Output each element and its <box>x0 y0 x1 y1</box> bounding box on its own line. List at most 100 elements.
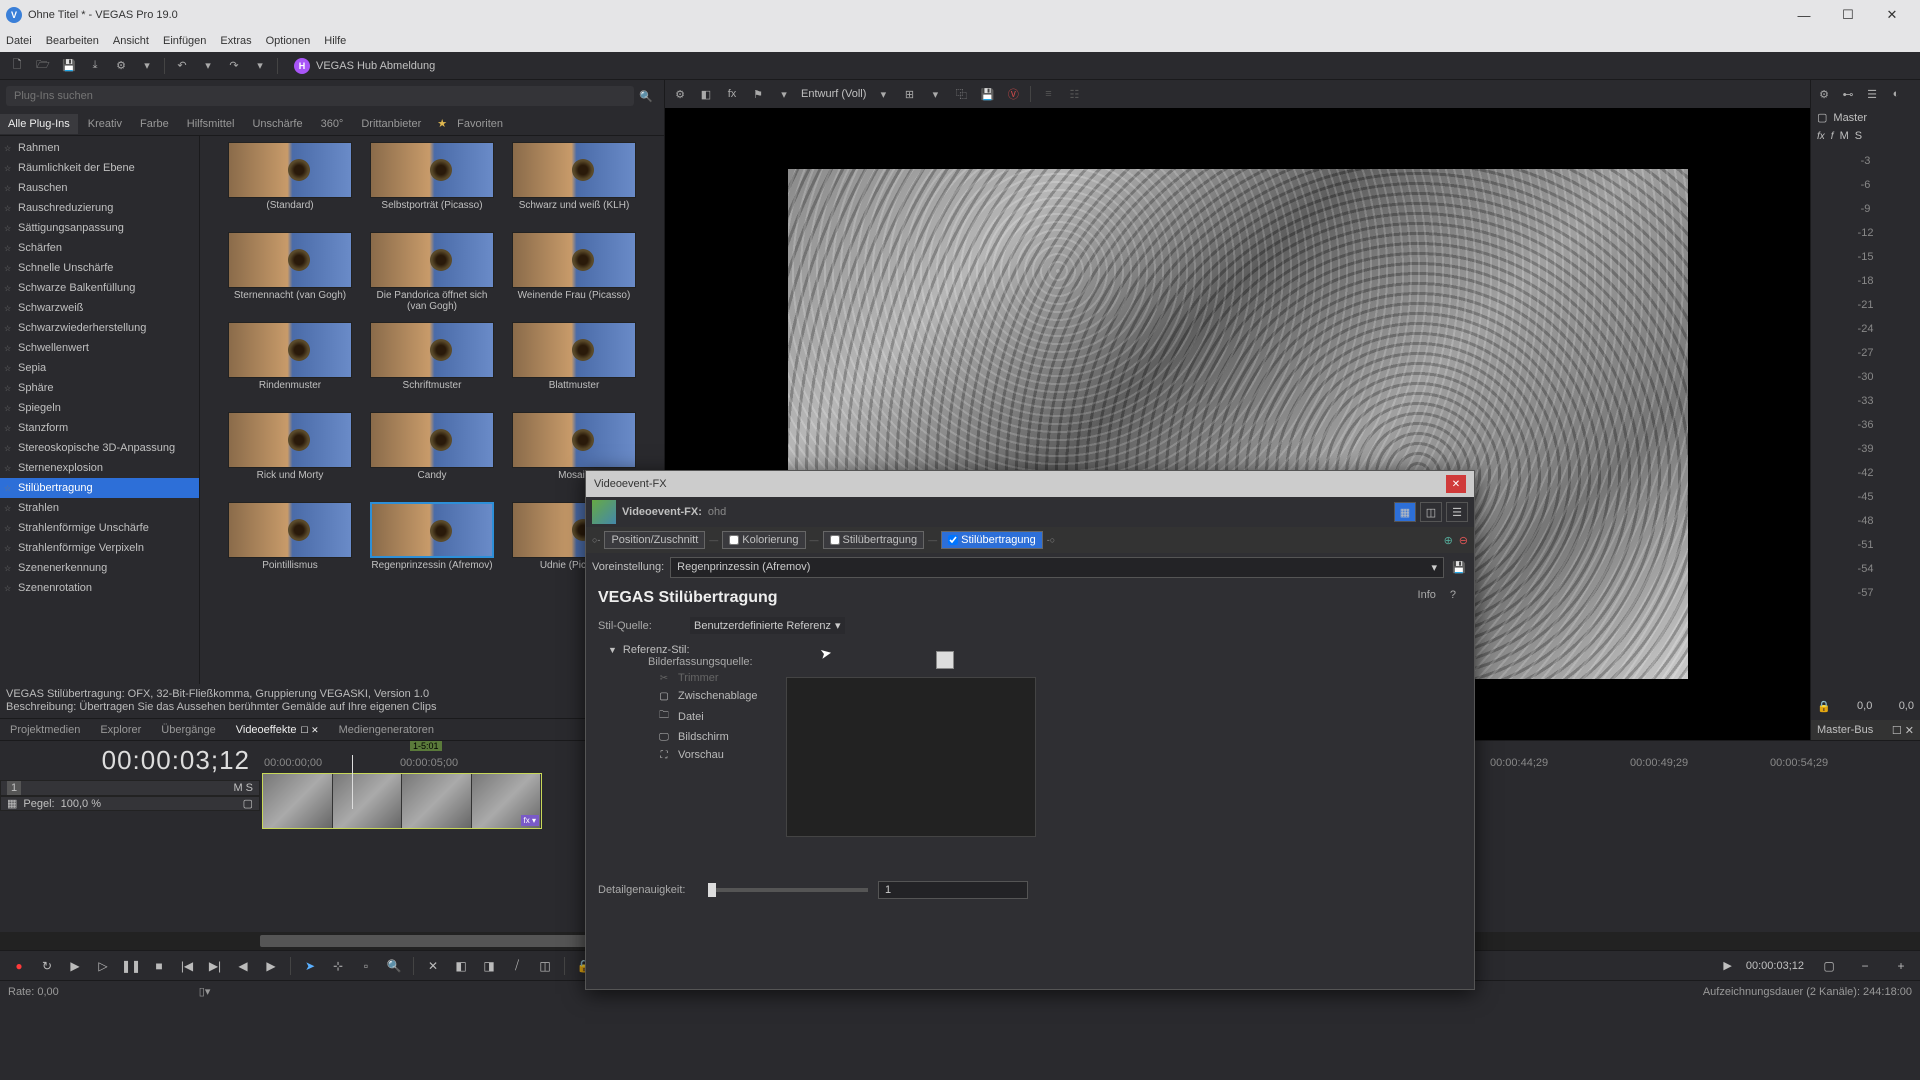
menu-bearbeiten[interactable]: Bearbeiten <box>46 35 99 47</box>
detail-value-input[interactable]: 1 <box>878 881 1028 899</box>
info-link[interactable]: Info <box>1418 589 1436 601</box>
fx-item[interactable]: Stanzform <box>0 418 199 438</box>
minimize-button[interactable]: — <box>1782 0 1826 30</box>
fx-item[interactable]: Sphäre <box>0 378 199 398</box>
pv-copy-icon[interactable]: ⿻ <box>952 85 970 103</box>
pv-bars-icon[interactable]: ≡ <box>1039 85 1057 103</box>
pv-save-icon[interactable]: 💾 <box>978 85 996 103</box>
chain-node-stil-2[interactable]: Stilübertragung <box>941 531 1043 549</box>
menu-datei[interactable]: Datei <box>6 35 32 47</box>
trim-end-button[interactable]: ◨ <box>478 955 500 977</box>
chain-node-stil-1[interactable]: Stilübertragung <box>823 531 925 549</box>
close-button[interactable]: ✕ <box>1870 0 1914 30</box>
meter-dim-icon[interactable]: ◐ <box>1887 85 1905 103</box>
fx-item[interactable]: Schwellenwert <box>0 338 199 358</box>
meter-insert-icon[interactable]: ⊷ <box>1839 85 1857 103</box>
menu-extras[interactable]: Extras <box>220 35 251 47</box>
loop-button[interactable]: ↻ <box>36 955 58 977</box>
fx-item[interactable]: Stereoskopische 3D-Anpassung <box>0 438 199 458</box>
add-track-button[interactable]: ▢ <box>1818 955 1840 977</box>
master-f-button[interactable]: f <box>1831 131 1834 142</box>
fx-item[interactable]: Schnelle Unschärfe <box>0 258 199 278</box>
preset-item[interactable]: Schriftmuster <box>367 322 497 404</box>
capture-item[interactable]: 🖵Bildschirm <box>658 731 1462 743</box>
pv-grid-dropdown-icon[interactable]: ▾ <box>926 85 944 103</box>
fx-item[interactable]: Spiegeln <box>0 398 199 418</box>
preset-item[interactable]: Rindenmuster <box>225 322 355 404</box>
cat-farbe[interactable]: Farbe <box>132 114 177 134</box>
chain-node-kolorierung[interactable]: Kolorierung <box>722 531 805 549</box>
cat-all[interactable]: Alle Plug-Ins <box>0 114 78 134</box>
chain-node-position[interactable]: Position/Zuschnitt <box>604 531 705 549</box>
go-end-button[interactable]: ▶| <box>204 955 226 977</box>
dialog-close-button[interactable]: ✕ <box>1446 475 1466 493</box>
preset-item[interactable]: Sternennacht (van Gogh) <box>225 232 355 314</box>
preset-item[interactable]: Pointillismus <box>225 502 355 584</box>
style-source-select[interactable]: Benutzerdefinierte Referenz ▾ <box>690 617 845 634</box>
search-icon[interactable]: 🔍 <box>634 90 658 103</box>
pv-grid-icon[interactable]: ⊞ <box>900 85 918 103</box>
cat-favoriten[interactable]: Favoriten <box>449 114 511 134</box>
timecode-display[interactable]: 00:00:03;12 <box>0 741 260 780</box>
close-icon[interactable]: ☐ ✕ <box>1892 724 1914 737</box>
master-expand-icon[interactable]: ▢ <box>1817 111 1827 124</box>
fx-item[interactable]: Strahlenförmige Unschärfe <box>0 518 199 538</box>
new-icon[interactable]: 🗋 <box>8 57 26 75</box>
capture-item[interactable]: ▢Zwischenablage <box>658 690 1462 702</box>
fx-item[interactable]: Strahlen <box>0 498 199 518</box>
preset-item[interactable]: Candy <box>367 412 497 494</box>
master-bus-tab[interactable]: Master-Bus ☐ ✕ <box>1811 720 1920 740</box>
trim-start-button[interactable]: ◧ <box>450 955 472 977</box>
preset-item[interactable]: Rick und Morty <box>225 412 355 494</box>
zoom-in-button[interactable]: + <box>1890 955 1912 977</box>
play-button[interactable]: ▷ <box>92 955 114 977</box>
btab-uebergaenge[interactable]: Übergänge <box>151 720 225 740</box>
cat-hilfsmittel[interactable]: Hilfsmittel <box>179 114 243 134</box>
properties-icon[interactable]: ⚙ <box>112 57 130 75</box>
heal-button[interactable]: ◫ <box>534 955 556 977</box>
undo-dropdown-icon[interactable]: ▾ <box>199 57 217 75</box>
menu-einfuegen[interactable]: Einfügen <box>163 35 206 47</box>
timecode-right[interactable]: 00:00:03;12 <box>1746 960 1804 972</box>
preset-select[interactable]: Regenprinzessin (Afremov)▾ <box>670 557 1444 578</box>
fx-item[interactable]: Schwarzweiß <box>0 298 199 318</box>
clip-fx-button[interactable]: fx ▾ <box>521 815 539 826</box>
fx-item[interactable]: Rauschen <box>0 178 199 198</box>
fx-item[interactable]: Rahmen <box>0 138 199 158</box>
delete-button[interactable]: ✕ <box>422 955 444 977</box>
meter-foot-lock-icon[interactable]: 🔒 <box>1817 700 1831 713</box>
edit-tool-button[interactable]: ➤ <box>299 955 321 977</box>
render-icon[interactable]: ⤓ <box>86 57 104 75</box>
stop-button[interactable]: ■ <box>148 955 170 977</box>
preset-save-icon[interactable]: 💾 <box>1450 558 1468 576</box>
menu-optionen[interactable]: Optionen <box>266 35 311 47</box>
close-icon[interactable]: ☐ ✕ <box>301 725 319 735</box>
master-mute-button[interactable]: M <box>1840 130 1849 142</box>
preset-item[interactable]: Weinende Frau (Picasso) <box>509 232 639 314</box>
btab-explorer[interactable]: Explorer <box>90 720 151 740</box>
fx-item[interactable]: Sättigungsanpassung <box>0 218 199 238</box>
detail-slider[interactable] <box>708 888 868 892</box>
master-fx-button[interactable]: fx <box>1817 131 1825 142</box>
snap-button[interactable]: ⊹ <box>327 955 349 977</box>
pv-flag-icon[interactable]: ⚑ <box>749 85 767 103</box>
dialog-title-bar[interactable]: Videoevent-FX ✕ <box>586 471 1474 497</box>
track-level-value[interactable]: 100,0 % <box>61 798 101 810</box>
reference-swatch[interactable] <box>936 651 954 669</box>
master-solo-button[interactable]: S <box>1855 130 1862 142</box>
chain-check[interactable] <box>729 535 739 545</box>
fx-item[interactable]: Schwarze Balkenfüllung <box>0 278 199 298</box>
undo-icon[interactable]: ↶ <box>173 57 191 75</box>
menu-ansicht[interactable]: Ansicht <box>113 35 149 47</box>
rate-slider-icon[interactable]: ▯▾ <box>199 985 211 998</box>
fx-item[interactable]: Szenenerkennung <box>0 558 199 578</box>
save-icon[interactable]: 💾 <box>60 57 78 75</box>
help-link[interactable]: ? <box>1450 589 1456 601</box>
prev-frame-button[interactable]: ◀ <box>232 955 254 977</box>
preset-item[interactable]: Schwarz und weiß (KLH) <box>509 142 639 224</box>
region-marker[interactable]: 1-5:01 <box>410 741 442 751</box>
capture-item[interactable]: 🗀Datei <box>658 708 1462 725</box>
redo-icon[interactable]: ↷ <box>225 57 243 75</box>
meter-sliders-icon[interactable]: ☰ <box>1863 85 1881 103</box>
track-header[interactable]: 1 M S <box>0 780 260 796</box>
